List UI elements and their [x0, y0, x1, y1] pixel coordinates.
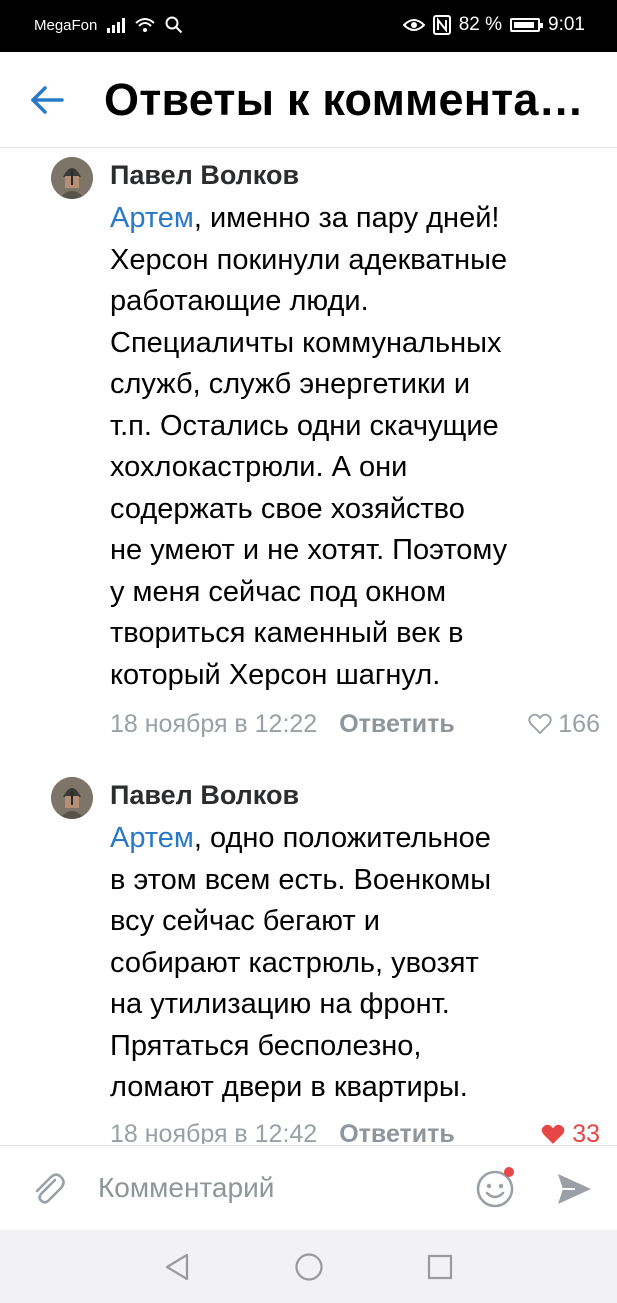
back-triangle-icon[interactable]: [162, 1252, 192, 1282]
clock: 9:01: [548, 14, 585, 35]
battery-icon: [510, 18, 544, 32]
page-title: Ответы к комментариям: [104, 74, 603, 125]
status-bar: MegaFon 82 % 9:01: [0, 0, 617, 52]
recents-square-icon[interactable]: [425, 1252, 455, 1282]
smile-icon[interactable]: [474, 1166, 518, 1210]
like-count: 166: [558, 709, 600, 738]
comment-date: 18 ноября в 12:42: [110, 1119, 318, 1145]
battery-label: 82 %: [458, 14, 503, 35]
wifi-icon: [135, 18, 156, 32]
comment-author[interactable]: Павел Волков: [110, 160, 299, 191]
paperclip-icon[interactable]: [28, 1168, 68, 1208]
comment-meta: 18 ноября в 12:42 Ответить 33: [110, 1114, 600, 1145]
arrow-left-icon[interactable]: [28, 80, 68, 120]
warrior-avatar-icon: [51, 157, 93, 199]
avatar[interactable]: [51, 777, 93, 819]
notification-dot: [504, 1167, 514, 1177]
signal-icon: [107, 17, 126, 33]
avatar[interactable]: [51, 157, 93, 199]
send-icon[interactable]: [555, 1170, 593, 1208]
comments-list: Павел Волков Артем, именно за пару дней!…: [0, 148, 617, 1144]
reply-button[interactable]: Ответить: [339, 710, 455, 739]
heart-outline-icon: [528, 713, 552, 734]
home-circle-icon[interactable]: [294, 1252, 324, 1282]
comment-date: 18 ноября в 12:22: [110, 709, 318, 738]
mention-link[interactable]: Артем: [110, 202, 194, 234]
comment-input-bar: Комментарий: [0, 1145, 617, 1230]
reply-button[interactable]: Ответить: [339, 1120, 455, 1145]
nfc-icon: [432, 15, 451, 35]
like-count: 33: [572, 1119, 600, 1145]
comment-meta: 18 ноября в 12:22 Ответить 166: [110, 704, 600, 744]
carrier-label: MegaFon: [34, 16, 98, 34]
header: Ответы к комментариям: [0, 52, 617, 148]
comment-text: Артем, одно положительное в этом всем ес…: [110, 822, 492, 1103]
comment-author[interactable]: Павел Волков: [110, 780, 299, 811]
mention-link[interactable]: Артем: [110, 822, 194, 854]
search-icon: [165, 16, 183, 34]
system-nav-bar: [0, 1230, 617, 1303]
comment-text: Артем, именно за пару дней! Херсон покин…: [110, 202, 508, 691]
like-button[interactable]: 33: [540, 1119, 600, 1145]
eye-icon: [402, 19, 425, 31]
warrior-avatar-icon: [51, 777, 93, 819]
heart-filled-icon: [541, 1124, 565, 1144]
comment-input[interactable]: Комментарий: [98, 1172, 274, 1204]
like-button[interactable]: 166: [528, 710, 600, 739]
